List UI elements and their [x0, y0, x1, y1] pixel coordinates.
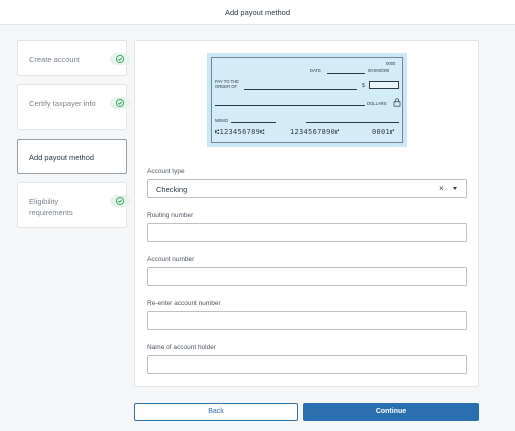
page-title: Add payout method — [224, 8, 291, 17]
step-label: Add payout method — [29, 153, 95, 162]
memo-label: MEMO — [215, 118, 229, 123]
routing-number-label: Routing number — [147, 212, 194, 219]
clear-icon[interactable]: × — [439, 184, 444, 193]
check-body: 0000 DATE 00-000/000 PAY TO THE ORDER OF… — [211, 57, 403, 143]
dollar-sign: $ — [362, 83, 365, 89]
check-number: 0000 — [386, 61, 396, 66]
amount-box — [369, 81, 399, 89]
check-date-label: DATE — [310, 68, 321, 73]
account-number-input[interactable] — [147, 267, 467, 286]
step-label: Certify taxpayer info — [29, 99, 96, 108]
lock-icon — [393, 98, 401, 107]
account-type-value: Checking — [156, 185, 188, 194]
sample-check-image: 0000 DATE 00-000/000 PAY TO THE ORDER OF… — [207, 53, 407, 147]
reenter-account-number-input[interactable] — [147, 311, 467, 330]
reenter-account-number-label: Re-enter account number — [147, 300, 221, 307]
top-bar: Add payout method — [0, 0, 515, 25]
step-create-account[interactable]: Create account — [17, 40, 130, 76]
step-label: Create account — [29, 55, 80, 64]
routing-number-input[interactable] — [147, 223, 467, 242]
order-of-label: ORDER OF — [215, 84, 238, 89]
back-button[interactable]: Back — [134, 403, 298, 421]
chevron-down-icon[interactable] — [453, 187, 457, 190]
dollars-label: DOLLARS — [367, 101, 387, 106]
amount-words-line — [215, 105, 365, 106]
account-type-label: Account type — [147, 168, 185, 175]
account-number-digits: 1234567890⑈ — [290, 128, 340, 136]
account-type-select[interactable]: Checking × — [147, 179, 467, 198]
check-date-format: 00-000/000 — [368, 68, 390, 73]
continue-button[interactable]: Continue — [303, 403, 479, 421]
routing-number-digits: ⑆123456789⑆ — [215, 128, 265, 136]
payee-line — [244, 89, 357, 90]
check-circle-icon — [110, 53, 130, 65]
payout-form-panel: 0000 DATE 00-000/000 PAY TO THE ORDER OF… — [134, 40, 479, 387]
step-add-payout-method[interactable]: Add payout method — [17, 139, 127, 174]
account-holder-input[interactable] — [147, 355, 467, 374]
step-eligibility-requirements[interactable]: Eligibility requirements — [17, 182, 130, 228]
memo-line — [231, 122, 276, 123]
check-circle-icon — [110, 195, 130, 207]
check-date-line — [327, 73, 365, 74]
check-circle-icon — [110, 97, 130, 109]
step-label: Eligibility requirements — [29, 197, 73, 217]
account-holder-label: Name of account holder — [147, 344, 217, 351]
step-certify-taxpayer-info[interactable]: Certify taxpayer info — [17, 84, 130, 130]
check-number-digits: 0001⑈ — [372, 128, 395, 136]
signature-line — [306, 122, 399, 123]
account-number-label: Account number — [147, 256, 195, 263]
